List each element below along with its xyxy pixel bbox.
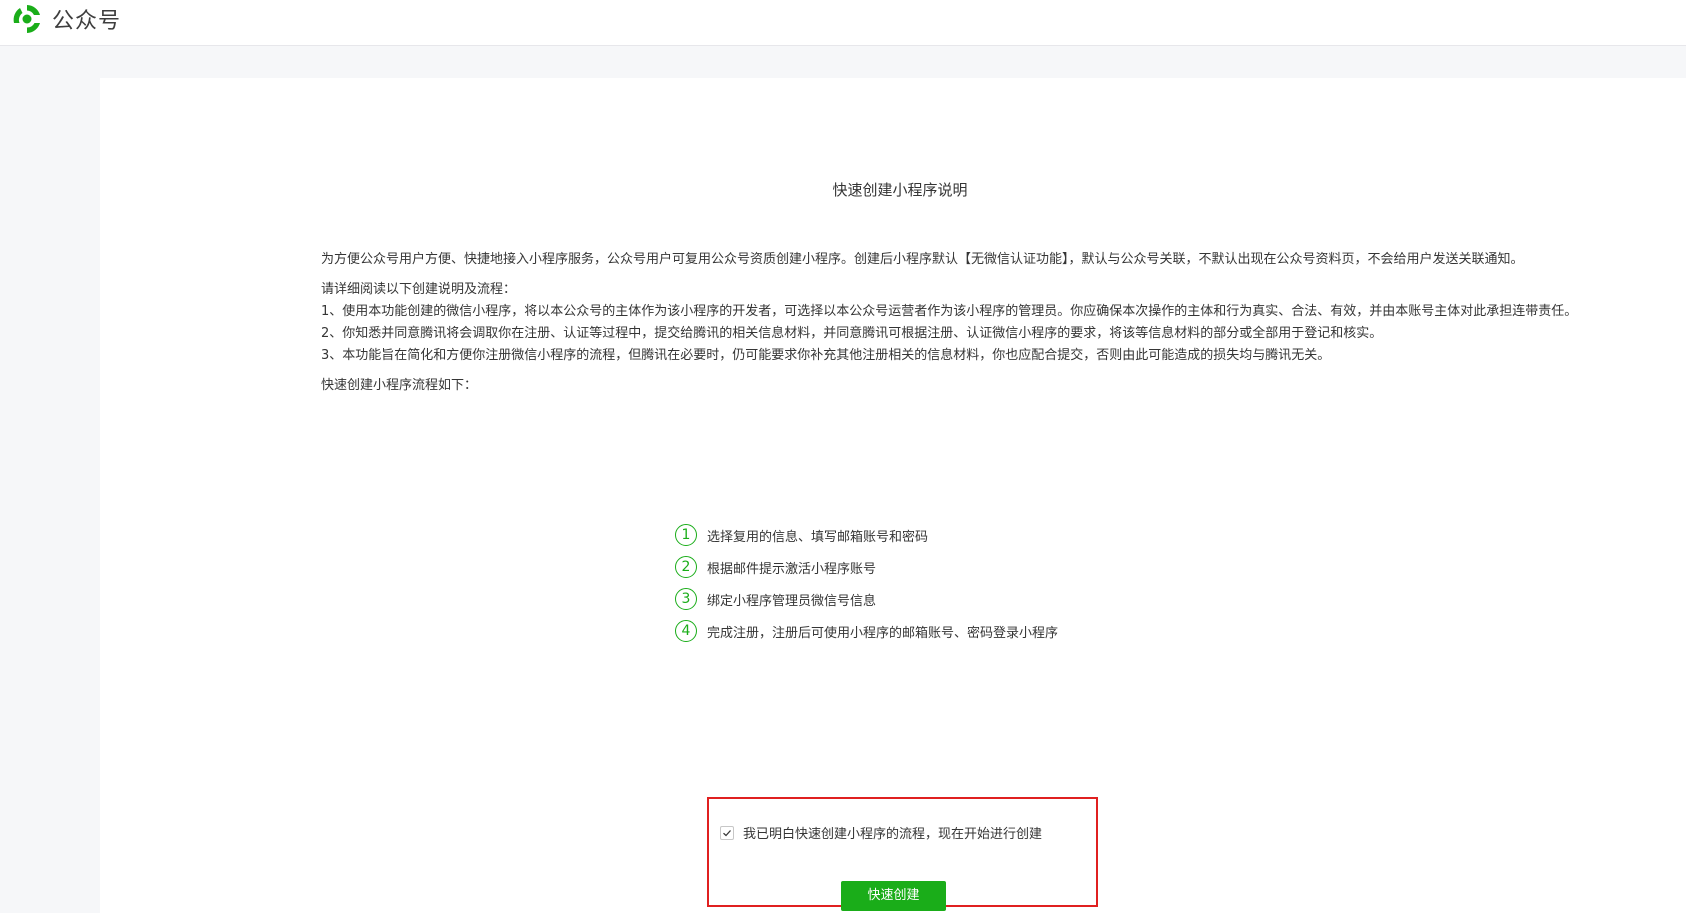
note-3: 3、本功能旨在简化和方便你注册微信小程序的流程，但腾讯在必要时，仍可能要求你补充… — [321, 348, 1331, 363]
step-number-badge: 1 — [675, 524, 697, 546]
note-2: 2、你知悉并同意腾讯将会调取你在注册、认证等过程中，提交给腾讯的相关信息材料，并… — [321, 326, 1383, 341]
agreement-row[interactable]: 我已明白快速创建小程序的流程，现在开始进行创建 — [720, 823, 1042, 842]
step-text: 绑定小程序管理员微信号信息 — [707, 593, 877, 609]
step-number-badge: 4 — [675, 620, 697, 642]
logo-text: 公众号 — [52, 9, 122, 34]
description: 为方便公众号用户方便、快捷地接入小程序服务，公众号用户可复用公众号资质创建小程序… — [321, 249, 1585, 397]
note-1: 1、使用本功能创建的微信小程序，将以本公众号的主体作为该小程序的开发者，可选择以… — [321, 304, 1578, 319]
step-number-badge: 3 — [675, 588, 697, 610]
wechat-official-account-logo-icon — [10, 2, 44, 36]
flow-step: 4 完成注册，注册后可使用小程序的邮箱账号、密码登录小程序 — [675, 619, 1058, 643]
step-text: 完成注册，注册后可使用小程序的邮箱账号、密码登录小程序 — [707, 625, 1059, 641]
agreement-checkbox[interactable] — [720, 825, 734, 840]
intro-paragraph: 为方便公众号用户方便、快捷地接入小程序服务，公众号用户可复用公众号资质创建小程序… — [321, 252, 1524, 267]
logo[interactable]: 公众号 — [10, 2, 121, 36]
step-text: 根据邮件提示激活小程序账号 — [707, 561, 877, 577]
checkmark-icon — [723, 829, 731, 836]
top-bar: 公众号 — [0, 0, 1686, 46]
flow-label: 快速创建小程序流程如下： — [321, 378, 478, 393]
main-card: 快速创建小程序说明 为方便公众号用户方便、快捷地接入小程序服务，公众号用户可复用… — [100, 78, 1686, 913]
page-title: 快速创建小程序说明 — [832, 181, 968, 199]
flow-steps: 1 选择复用的信息、填写邮箱账号和密码 2 根据邮件提示激活小程序账号 3 绑定… — [675, 523, 1058, 651]
flow-step: 3 绑定小程序管理员微信号信息 — [675, 587, 1058, 611]
agreement-text: 我已明白快速创建小程序的流程，现在开始进行创建 — [743, 827, 1043, 842]
quick-create-button[interactable]: 快速创建 — [841, 881, 946, 911]
flow-step: 1 选择复用的信息、填写邮箱账号和密码 — [675, 523, 1058, 547]
read-prompt: 请详细阅读以下创建说明及流程： — [321, 282, 517, 297]
step-number-badge: 2 — [675, 556, 697, 578]
flow-step: 2 根据邮件提示激活小程序账号 — [675, 555, 1058, 579]
step-text: 选择复用的信息、填写邮箱账号和密码 — [707, 529, 929, 545]
